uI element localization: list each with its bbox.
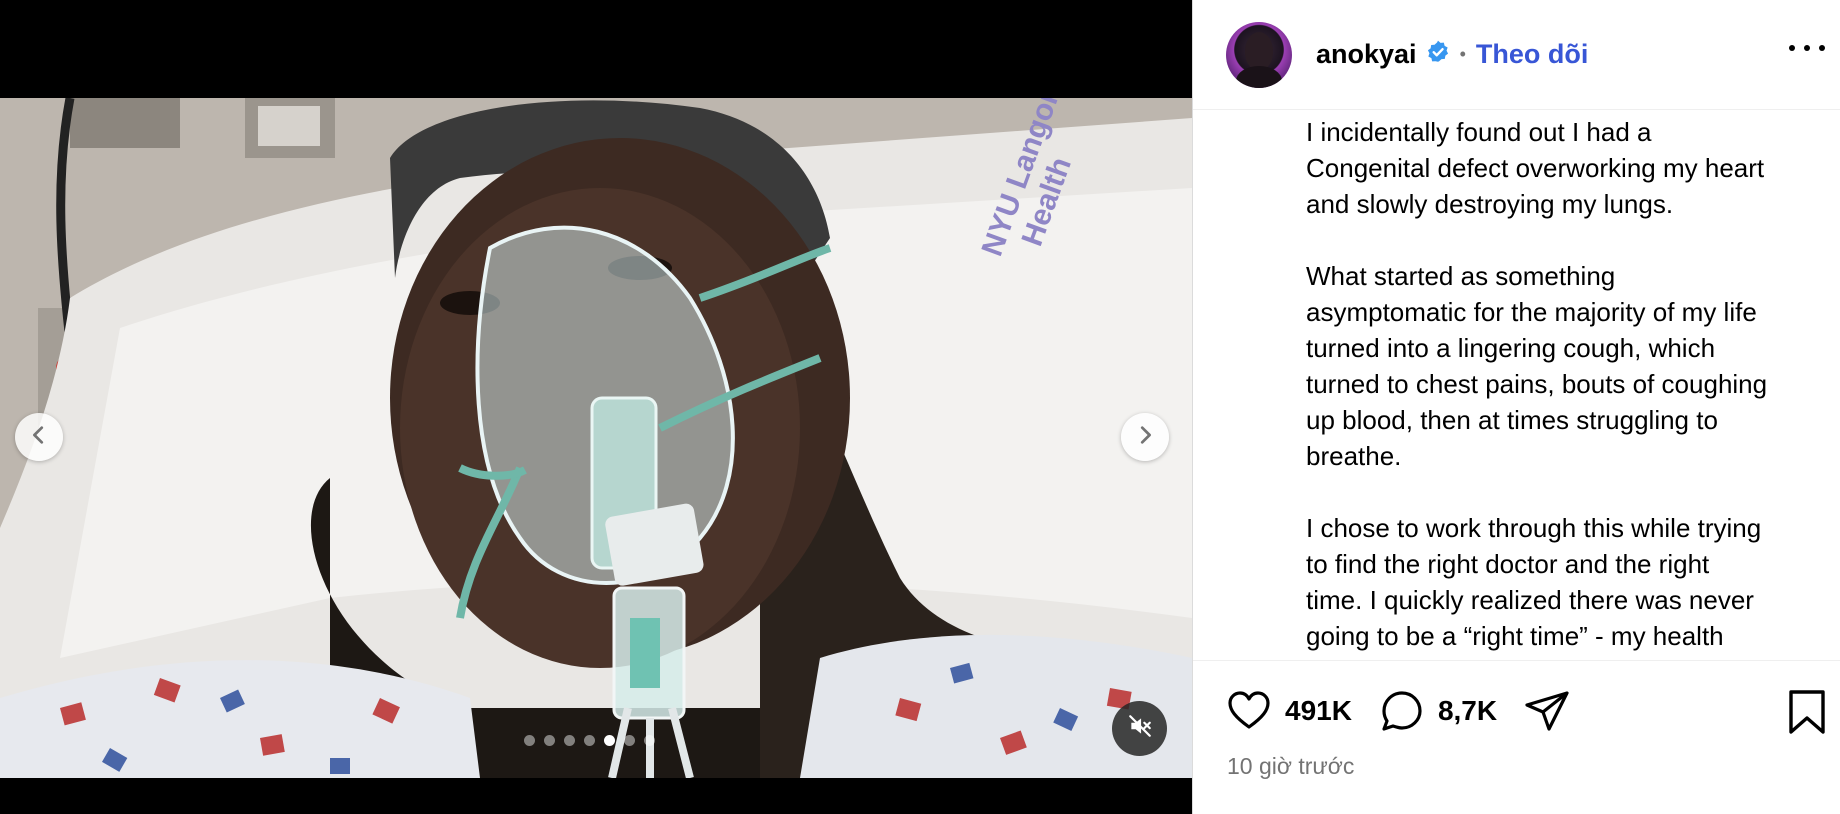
carousel-dot bbox=[524, 735, 535, 746]
caption-paragraph: What started as something asymptomatic f… bbox=[1306, 261, 1768, 471]
chevron-left-icon bbox=[28, 424, 50, 451]
chevron-right-icon bbox=[1134, 424, 1156, 451]
verified-badge-icon bbox=[1417, 39, 1451, 70]
carousel-dot bbox=[584, 735, 595, 746]
comment-bubble-icon bbox=[1382, 691, 1422, 731]
carousel-prev-button[interactable] bbox=[15, 413, 63, 461]
carousel-dot bbox=[564, 735, 575, 746]
carousel-indicator bbox=[524, 735, 655, 746]
more-options-icon bbox=[1789, 45, 1795, 51]
post-actions-bar: 491K 8,7K 10 giờ trước bbox=[1193, 660, 1840, 814]
caption-paragraph: I incidentally found out I had a Congeni… bbox=[1306, 117, 1765, 219]
carousel-dot bbox=[604, 735, 615, 746]
like-button[interactable] bbox=[1225, 687, 1273, 735]
mute-toggle-button[interactable] bbox=[1112, 701, 1167, 756]
username-link[interactable]: anokyai bbox=[1316, 39, 1417, 70]
more-options-button[interactable] bbox=[1789, 38, 1825, 58]
paper-plane-icon bbox=[1525, 691, 1569, 731]
comments-count[interactable]: 8,7K bbox=[1438, 695, 1497, 727]
save-button[interactable] bbox=[1786, 689, 1828, 735]
separator-dot: • bbox=[1459, 44, 1466, 64]
heart-icon bbox=[1228, 691, 1270, 729]
comment-button[interactable] bbox=[1378, 687, 1426, 735]
post-media-viewer: NYU Langone Health bbox=[0, 0, 1192, 814]
post-header: anokyai • Theo dõi bbox=[1193, 0, 1840, 110]
share-button[interactable] bbox=[1523, 687, 1571, 735]
post-photo: NYU Langone Health bbox=[0, 98, 1192, 778]
carousel-dot bbox=[624, 735, 635, 746]
speaker-muted-icon bbox=[1127, 713, 1153, 744]
carousel-dot bbox=[544, 735, 555, 746]
post-details-panel: anokyai • Theo dõi I incidentally found … bbox=[1192, 0, 1840, 814]
post-caption: I incidentally found out I had a Congeni… bbox=[1306, 114, 1836, 661]
carousel-next-button[interactable] bbox=[1121, 413, 1169, 461]
caption-paragraph: I chose to work through this while tryin… bbox=[1306, 513, 1762, 651]
avatar[interactable] bbox=[1226, 21, 1292, 88]
follow-button[interactable]: Theo dõi bbox=[1476, 39, 1588, 70]
post-timestamp: 10 giờ trước bbox=[1227, 753, 1355, 779]
likes-count[interactable]: 491K bbox=[1285, 695, 1352, 727]
bookmark-icon bbox=[1789, 690, 1825, 734]
carousel-dot bbox=[644, 735, 655, 746]
